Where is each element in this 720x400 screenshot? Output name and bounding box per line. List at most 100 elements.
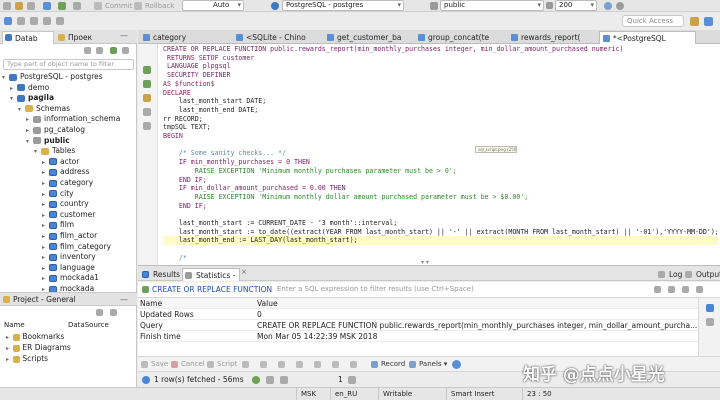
panels-button[interactable]: Panels ▾	[408, 359, 447, 370]
chevron-down-icon[interactable]: ▾	[2, 73, 9, 83]
tree-item[interactable]: ▸ category	[42, 178, 93, 188]
fetch-all-icon[interactable]	[280, 376, 288, 384]
gear-icon[interactable]	[452, 360, 461, 369]
chevron-right-icon[interactable]: ▸	[42, 168, 49, 178]
settings-icon[interactable]	[616, 2, 624, 10]
editor-tab[interactable]: category	[140, 31, 231, 44]
project-item-bookmarks[interactable]: ▸ Bookmarks	[6, 332, 64, 342]
record-button[interactable]: Record	[370, 359, 405, 370]
commit-button[interactable]: Commit	[105, 1, 133, 11]
code-line[interactable]: END IF;	[163, 176, 207, 185]
perspective-icon[interactable]	[704, 17, 713, 26]
code-line[interactable]: RAISE EXCEPTION 'Minimum monthly purchas…	[163, 167, 457, 176]
minimize-icon[interactable]: —	[120, 31, 128, 40]
toolbar-icon[interactable]	[58, 2, 66, 10]
code-line[interactable]: tmpSQL TEXT;	[163, 123, 211, 132]
text-view-icon[interactable]	[706, 318, 714, 326]
filter-input[interactable]: Enter a SQL expression to filter results…	[274, 284, 644, 295]
editor-tab[interactable]: rewards_report(	[508, 31, 597, 44]
toolbar-icon[interactable]	[30, 17, 38, 25]
editor-tab[interactable]: <SQLite - Chino	[233, 31, 322, 44]
delete-row-icon[interactable]	[296, 361, 303, 368]
filter-history-icon[interactable]	[654, 286, 661, 293]
code-line[interactable]: last_month_end DATE;	[163, 106, 258, 115]
tree-item[interactable]: ▸ information_schema	[26, 114, 120, 124]
tree-item[interactable]: ▸ customer	[42, 210, 95, 220]
project-column-name[interactable]: Name	[4, 321, 25, 329]
result-limit-input[interactable]: 200 ▾	[555, 0, 597, 11]
chevron-right-icon[interactable]: ▸	[42, 232, 49, 242]
chevron-right-icon[interactable]: ▸	[6, 333, 13, 343]
commit-icon[interactable]	[94, 2, 102, 10]
table-row[interactable]: Query CREATE OR REPLACE FUNCTION public.r…	[138, 320, 698, 331]
script-button[interactable]: Script	[206, 359, 237, 370]
collapse-icon[interactable]	[84, 47, 91, 54]
toolbar-icon[interactable]	[73, 2, 81, 10]
format-icon[interactable]	[143, 108, 151, 116]
code-line[interactable]: RETURNS SETOF customer	[163, 54, 254, 63]
editor-tab[interactable]: group_concat(te	[415, 31, 506, 44]
editor-tab[interactable]: get_customer_ba	[324, 31, 413, 44]
refresh-icon[interactable]	[604, 2, 612, 10]
view-menu-icon[interactable]	[122, 47, 129, 54]
next-page-icon[interactable]	[350, 361, 357, 368]
column-header-name[interactable]: Name	[140, 298, 253, 309]
edit-icon[interactable]	[242, 361, 249, 368]
copy-row-icon[interactable]	[278, 361, 285, 368]
execute-icon[interactable]	[143, 66, 151, 74]
fetch-next-icon[interactable]	[266, 376, 274, 384]
toolbar-icon[interactable]	[43, 17, 51, 25]
clear-filter-icon[interactable]	[682, 286, 689, 293]
chevron-down-icon[interactable]: ▾	[18, 105, 25, 115]
chevron-right-icon[interactable]: ▸	[42, 158, 49, 168]
chevron-right-icon[interactable]: ▸	[42, 221, 49, 231]
chevron-down-icon[interactable]: ▾	[34, 147, 41, 157]
execute-script-icon[interactable]	[143, 80, 151, 88]
chevron-right-icon[interactable]: ▸	[42, 243, 49, 253]
code-line[interactable]: last_month_start DATE;	[163, 97, 266, 106]
table-row[interactable]: Updated Rows 0	[138, 309, 698, 320]
log-button[interactable]: Log	[656, 268, 682, 281]
code-line[interactable]: RAISE EXCEPTION 'Minimum monthly dollar …	[163, 193, 528, 202]
chevron-right-icon[interactable]: ▸	[42, 200, 49, 210]
history-icon[interactable]	[143, 122, 151, 130]
output-button[interactable]: Output	[683, 268, 720, 281]
chevron-right-icon[interactable]: ▸	[42, 274, 49, 284]
code-line[interactable]: END IF;	[163, 202, 207, 211]
navigator-filter-input[interactable]: Type part of object name to filter	[3, 59, 134, 70]
tree-item[interactable]: ▸ language	[42, 263, 95, 273]
new-connection-icon[interactable]	[110, 47, 117, 54]
chevron-right-icon[interactable]: ▸	[42, 179, 49, 189]
grid-view-icon[interactable]	[706, 304, 714, 312]
chevron-right-icon[interactable]: ▸	[6, 344, 13, 354]
chevron-right-icon[interactable]: ▸	[42, 190, 49, 200]
code-line[interactable]: /* Some sanity checks... */	[163, 149, 286, 158]
code-line[interactable]: rr RECORD;	[163, 115, 203, 124]
code-line[interactable]: last_month_start := CURRENT_DATE - '3 mo…	[163, 219, 397, 228]
transaction-mode-select[interactable]: Auto ▾	[182, 0, 244, 11]
code-line[interactable]: AS $function$	[163, 80, 215, 89]
connection-select[interactable]: PostgreSQL - postgres ▾	[282, 0, 404, 11]
tab-results[interactable]: Results	[140, 268, 181, 281]
perspective-icon[interactable]	[690, 17, 699, 26]
chevron-right-icon[interactable]: ▸	[26, 115, 33, 125]
tree-item[interactable]: ▸ city	[42, 189, 74, 199]
save-button[interactable]: Save	[140, 359, 168, 370]
tree-item[interactable]: ▸ actor	[42, 157, 79, 167]
export-icon[interactable]	[348, 376, 356, 384]
project-item-er-diagrams[interactable]: ▸ ER Diagrams	[6, 343, 71, 353]
add-row-icon[interactable]	[260, 361, 267, 368]
toolbar-icon[interactable]	[3, 2, 11, 10]
tree-item[interactable]: ▾ public	[26, 136, 70, 146]
code-line[interactable]: SECURITY DEFINER	[163, 71, 231, 80]
chevron-down-icon[interactable]: ▾	[26, 137, 33, 147]
view-menu-icon[interactable]	[110, 309, 117, 316]
toolbar-icon[interactable]	[4, 17, 12, 25]
configure-icon[interactable]	[96, 309, 103, 316]
quick-access-input[interactable]: Quick Access	[622, 15, 684, 27]
filter-settings-icon[interactable]	[696, 286, 703, 293]
toolbar-icon[interactable]	[17, 17, 25, 25]
first-page-icon[interactable]	[314, 361, 321, 368]
tree-item[interactable]: ▸ inventory	[42, 252, 96, 262]
tab-database[interactable]: Datab	[2, 31, 54, 44]
